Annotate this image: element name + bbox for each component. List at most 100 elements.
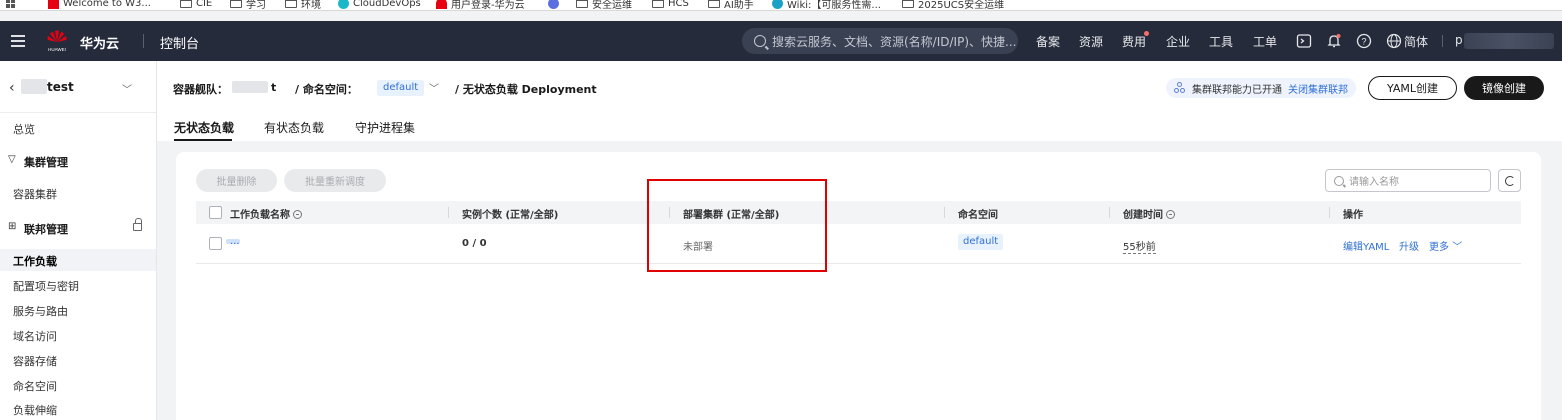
refresh-button[interactable] (1498, 169, 1521, 192)
chevron-down-icon[interactable]: ﹀ (429, 80, 439, 95)
instance-count: 0 / 0 (462, 238, 487, 249)
sidebar-group-federation-management[interactable]: 联邦管理 (24, 221, 68, 237)
yaml-create-button[interactable]: YAML创建 (1368, 76, 1457, 100)
bookmark-item[interactable]: AI助手 (708, 0, 754, 10)
cluster-name: test (47, 80, 74, 94)
user-account[interactable] (1464, 33, 1554, 49)
breadcrumb-namespace-label: / 命名空间： (295, 83, 358, 96)
bookmark-item[interactable]: Wiki:【可服务性需... (772, 0, 881, 10)
folder-icon (708, 0, 720, 8)
bookmark-item[interactable]: HCS (652, 0, 689, 10)
apps-icon[interactable] (6, 0, 15, 10)
select-all-checkbox[interactable] (209, 206, 222, 219)
cluster-name-redacted (21, 79, 47, 94)
folder-icon (285, 0, 297, 8)
bookmark-item[interactable]: Welcome to W3... (48, 0, 151, 10)
column-header-created[interactable]: 创建时间 (1123, 206, 1175, 221)
global-search-input[interactable]: 搜索云服务、文档、资源(名称/ID/IP)、快捷... (742, 28, 1018, 54)
sort-icon[interactable] (293, 210, 302, 219)
folder-icon (180, 0, 192, 8)
bookmark-item[interactable]: 环境 (285, 0, 321, 10)
breadcrumb-fleet-suffix: t (271, 81, 277, 94)
filter-icon: ▽ (8, 154, 16, 165)
tab-daemonsets[interactable]: 守护进程集 (355, 119, 415, 136)
terminal-icon[interactable] (1296, 33, 1312, 49)
language-switch[interactable]: 简体 (1404, 33, 1428, 50)
grid-icon: ⊞ (8, 221, 17, 232)
refresh-icon (1504, 175, 1515, 186)
nav-link-tickets[interactable]: 工单 (1253, 33, 1277, 50)
workload-list-card: 批量删除 批量重新调度 请输入名称 工作负载名称 实例个数 (正常/全部) 部署… (176, 152, 1541, 420)
nav-link-filing[interactable]: 备案 (1036, 33, 1060, 50)
folder-icon (652, 0, 664, 8)
w3-icon (48, 0, 59, 9)
federation-icon (1174, 82, 1186, 94)
batch-reschedule-button[interactable]: 批量重新调度 (284, 169, 386, 192)
sidebar-item-workloads[interactable]: 工作负载 (13, 253, 57, 269)
tab-deployments[interactable]: 无状态负载 (174, 119, 234, 136)
row-checkbox[interactable] (209, 237, 222, 250)
bookmark-item[interactable]: 安全运维 (576, 0, 632, 10)
namespace-tag[interactable]: default (377, 80, 425, 96)
nav-link-billing[interactable]: 费用 (1122, 33, 1146, 50)
nav-link-resources[interactable]: 资源 (1079, 33, 1103, 50)
bookmark-item[interactable]: 2025UCS安全运维 (902, 0, 1004, 10)
edit-yaml-link[interactable]: 编辑YAML (1343, 238, 1389, 253)
globe-icon (548, 0, 559, 9)
sidebar-item-services-ingress[interactable]: 服务与路由 (13, 303, 68, 319)
name-search-input[interactable]: 请输入名称 (1325, 169, 1491, 192)
created-time: 55秒前 (1123, 242, 1156, 254)
bookmark-item[interactable] (548, 0, 559, 10)
sidebar-item-container-storage[interactable]: 容器存储 (13, 353, 57, 369)
bookmark-item[interactable]: CloudDevOps (338, 0, 421, 10)
huawei-icon (436, 0, 447, 9)
sidebar-item-container-clusters[interactable]: 容器集群 (13, 186, 57, 202)
sidebar-group-cluster-management[interactable]: 集群管理 (24, 154, 68, 170)
sidebar-item-domain-access[interactable]: 域名访问 (13, 328, 57, 344)
image-create-button[interactable]: 镜像创建 (1464, 76, 1544, 100)
bell-icon[interactable] (1326, 33, 1342, 49)
svg-text:?: ? (1361, 37, 1366, 47)
batch-delete-button[interactable]: 批量删除 (196, 169, 277, 192)
notification-dot (1144, 31, 1149, 36)
bookmark-item[interactable]: CIE (180, 0, 212, 10)
huawei-logo-icon[interactable]: HUAWEI (44, 28, 70, 54)
wiki-icon (772, 0, 783, 9)
chevron-down-icon[interactable]: ﹀ (122, 81, 132, 96)
column-header-name[interactable]: 工作负载名称 (230, 206, 302, 221)
namespace-tag: default (958, 234, 1004, 250)
column-header-instances: 实例个数 (正常/全部) (462, 210, 559, 221)
user-initial[interactable]: p (1455, 33, 1463, 47)
folder-icon (230, 0, 242, 8)
sidebar-item-namespaces[interactable]: 命名空间 (13, 378, 57, 394)
upgrade-link[interactable]: 升级 (1399, 238, 1419, 253)
sidebar-item-overview[interactable]: 总览 (13, 121, 35, 137)
sidebar-item-configmaps-secrets[interactable]: 配置项与密钥 (13, 278, 79, 294)
bookmark-item[interactable]: 用户登录-华为云 (436, 0, 525, 10)
cluster-selector[interactable]: ‹ test ﹀ (0, 61, 156, 113)
disable-federation-link[interactable]: 关闭集群联邦 (1288, 81, 1348, 96)
sort-icon[interactable] (1166, 210, 1175, 219)
help-icon[interactable]: ? (1356, 33, 1372, 49)
globe-icon[interactable] (1386, 33, 1402, 49)
nav-link-enterprise[interactable]: 企业 (1166, 33, 1190, 50)
search-icon (754, 35, 766, 47)
search-icon (1334, 175, 1344, 186)
folder-icon (576, 0, 588, 8)
back-icon[interactable]: ‹ (9, 80, 15, 96)
divider (143, 34, 144, 48)
bookmark-item[interactable]: 学习 (230, 0, 266, 10)
console-link[interactable]: 控制台 (160, 33, 199, 52)
nav-link-tools[interactable]: 工具 (1209, 33, 1233, 50)
sidebar: ‹ test ﹀ 总览 ▽ 集群管理 容器集群 ⊞ 联邦管理 工作负载 配置项与… (0, 61, 157, 420)
active-tab-indicator (174, 139, 232, 141)
sidebar-item-autoscaling[interactable]: 负载伸缩 (13, 402, 57, 418)
more-link[interactable]: 更多 ﹀ (1429, 238, 1462, 253)
brand-name: 华为云 (80, 37, 120, 52)
highlight-box (647, 179, 827, 272)
menu-icon[interactable] (11, 35, 25, 47)
folder-icon (902, 0, 914, 8)
tab-statefulsets[interactable]: 有状态负载 (264, 119, 324, 136)
workload-name-link[interactable]: ... (230, 236, 240, 247)
column-header-actions: 操作 (1343, 210, 1363, 221)
